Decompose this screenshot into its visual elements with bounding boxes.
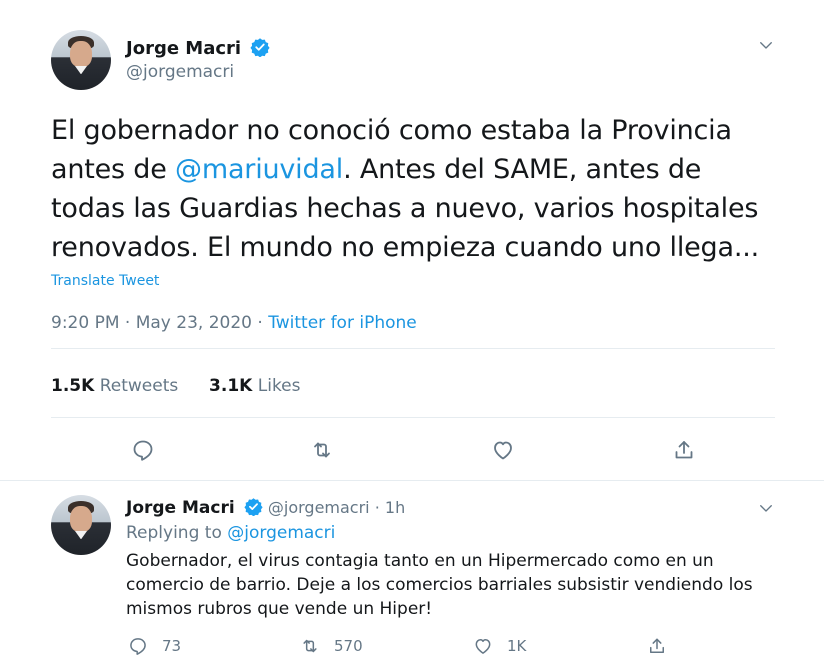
likes-stat[interactable]: 3.1K Likes	[209, 376, 300, 396]
reply-time[interactable]: · 1h	[375, 498, 406, 517]
retweet-icon[interactable]	[310, 438, 334, 462]
like-count: 1K	[507, 637, 527, 655]
reply-count: 73	[162, 637, 182, 655]
likes-label: Likes	[257, 376, 301, 396]
author-avatar[interactable]	[51, 30, 111, 90]
avatar-collar	[75, 66, 87, 75]
share-icon[interactable]	[672, 438, 696, 462]
like-icon[interactable]	[491, 438, 515, 462]
avatar-face	[70, 40, 92, 68]
reply-icon[interactable]	[131, 438, 155, 462]
mention-link[interactable]: @mariuvidal	[175, 154, 343, 185]
reply-author-name[interactable]: Jorge Macri	[126, 498, 235, 518]
share-icon[interactable]	[647, 636, 667, 656]
reply-header: Jorge Macri @jorgemacri · 1h	[126, 497, 405, 518]
retweets-count: 1.5K	[51, 376, 95, 396]
chevron-down-icon[interactable]	[757, 499, 775, 517]
avatar-face	[70, 505, 92, 533]
divider	[51, 348, 775, 349]
divider	[51, 417, 775, 418]
reply-author-handle[interactable]: @jorgemacri	[268, 498, 370, 517]
like-icon[interactable]	[473, 636, 493, 656]
chevron-down-icon[interactable]	[757, 36, 775, 54]
tweet-source-link[interactable]: Twitter for iPhone	[268, 313, 417, 333]
translate-tweet-link[interactable]: Translate Tweet	[51, 273, 159, 289]
tweet-stats: 1.5K Retweets 3.1K Likes	[51, 376, 301, 396]
reply-author-avatar[interactable]	[51, 495, 111, 555]
tweet-timestamp[interactable]: 9:20 PM · May 23, 2020 ·	[51, 313, 268, 333]
reply-icon[interactable]	[128, 636, 148, 656]
tweet-text: El gobernador no conoció como estaba la …	[51, 111, 781, 267]
tweet-separator	[0, 480, 824, 481]
author-name-row[interactable]: Jorge Macri	[126, 37, 270, 59]
retweet-icon[interactable]	[300, 636, 320, 656]
replying-to: Replying to @jorgemacri	[126, 523, 335, 543]
retweets-label: Retweets	[99, 376, 179, 396]
retweets-stat[interactable]: 1.5K Retweets	[51, 376, 178, 396]
author-name[interactable]: Jorge Macri	[126, 38, 241, 59]
author-handle[interactable]: @jorgemacri	[126, 62, 234, 82]
verified-badge-icon	[250, 38, 270, 57]
verified-badge-icon	[244, 498, 263, 516]
likes-count: 3.1K	[209, 376, 253, 396]
replying-to-handle[interactable]: @jorgemacri	[227, 523, 335, 543]
reply-reply-action[interactable]: 73	[128, 636, 181, 656]
avatar-collar	[75, 531, 87, 540]
tweet-meta: 9:20 PM · May 23, 2020 · Twitter for iPh…	[51, 313, 417, 333]
reply-like-action[interactable]: 1K	[473, 636, 526, 656]
reply-text: Gobernador, el virus contagia tanto en u…	[126, 551, 753, 619]
replying-to-label: Replying to	[126, 523, 228, 543]
reply-retweet-action[interactable]: 570	[300, 636, 363, 656]
retweet-count: 570	[334, 637, 363, 655]
